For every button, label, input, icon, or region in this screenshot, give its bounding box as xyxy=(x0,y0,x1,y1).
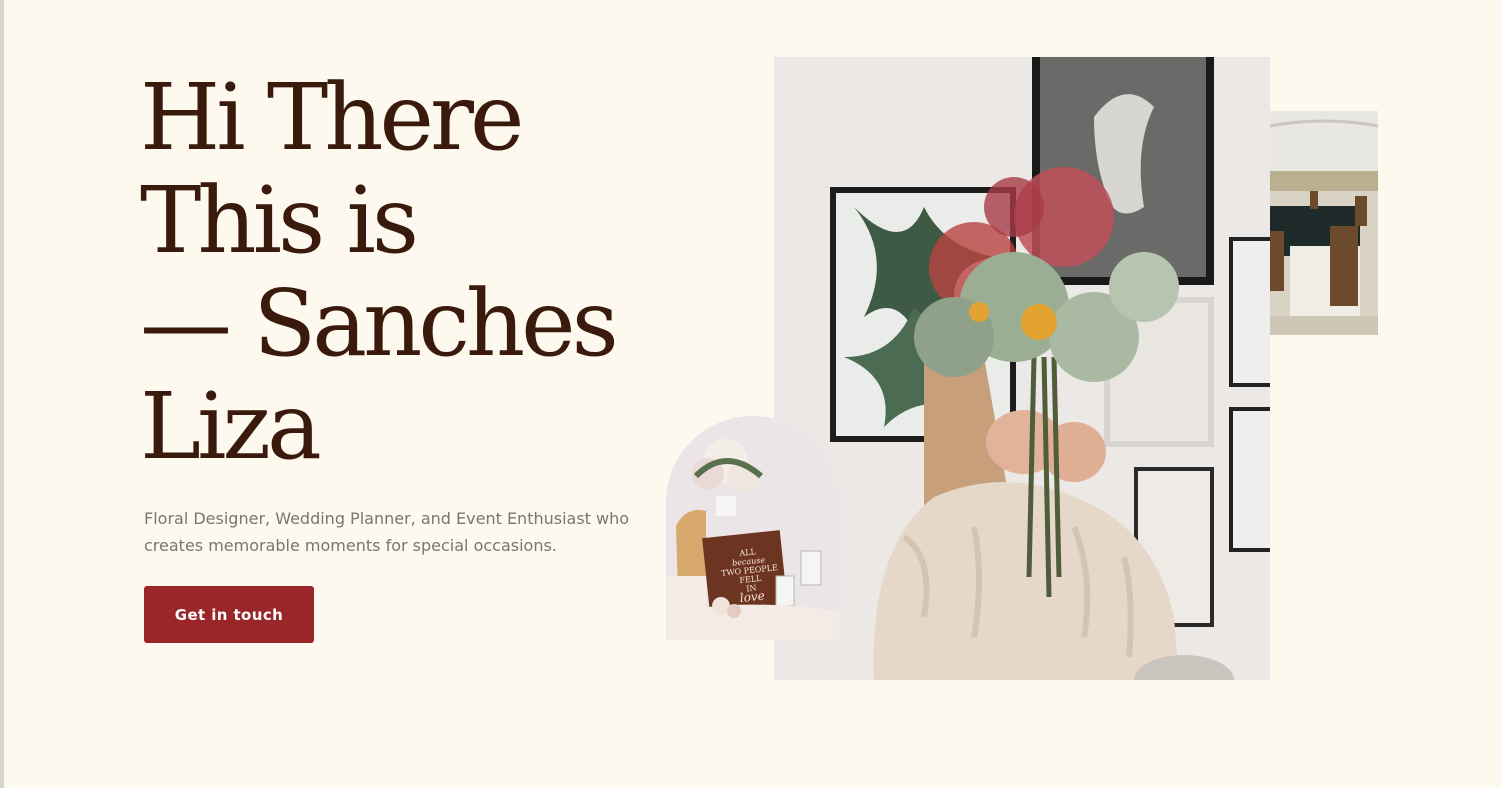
wedding-sign-illustration xyxy=(666,416,839,640)
event-tables-photo xyxy=(1270,111,1378,335)
banquet-illustration xyxy=(1270,111,1378,335)
hero-title-line-4: Liza xyxy=(140,373,322,480)
hero-title-line-1: Hi There xyxy=(140,64,524,171)
page-left-edge xyxy=(0,0,4,788)
arch-wedding-sign-photo: ALL because TWO PEOPLE FELL IN love xyxy=(666,416,839,640)
hero-title: Hi There This is — Sanches Liza xyxy=(140,64,619,480)
hero-main-photo xyxy=(774,57,1270,680)
bouquet-photo-illustration xyxy=(774,57,1270,680)
hero-title-line-2: This is xyxy=(140,167,419,274)
get-in-touch-button[interactable]: Get in touch xyxy=(144,586,314,643)
arch-sign-text: ALL because TWO PEOPLE FELL IN love xyxy=(715,545,784,605)
hero-title-line-3: — Sanches xyxy=(140,270,619,377)
hero-subtitle: Floral Designer, Wedding Planner, and Ev… xyxy=(144,509,630,555)
